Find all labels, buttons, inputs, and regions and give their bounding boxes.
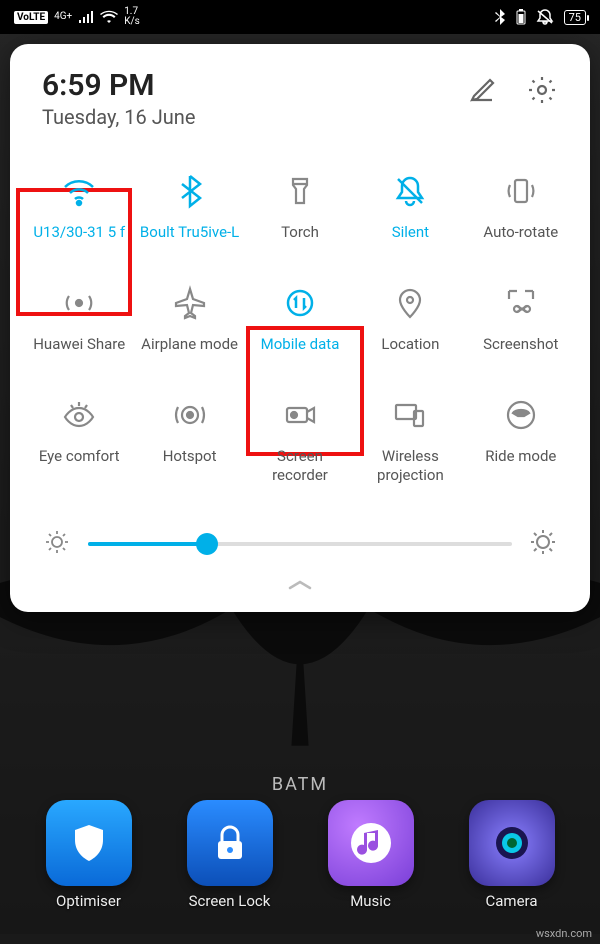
tile-ridemode[interactable]: Ride mode	[466, 389, 576, 491]
app-label: Screen Lock	[189, 892, 271, 910]
bt-battery-icon	[516, 9, 526, 25]
tile-label: Screenshot	[483, 335, 558, 355]
tile-airplane[interactable]: Airplane mode	[134, 277, 244, 361]
tile-eyecomfort[interactable]: Eye comfort	[24, 389, 134, 491]
location-icon	[392, 285, 428, 321]
tile-label: Wireless projection	[377, 447, 444, 485]
brightness-low-icon	[44, 529, 70, 559]
tile-location[interactable]: Location	[355, 277, 465, 361]
speed-unit: K/s	[124, 17, 140, 27]
tile-screenshot[interactable]: Screenshot	[466, 277, 576, 361]
tile-screenrecorder[interactable]: Screen recorder	[245, 389, 355, 491]
volte-badge: VoLTE	[14, 11, 48, 24]
screenrecorder-icon	[282, 397, 318, 433]
nav-bar	[0, 934, 600, 944]
battery-level: 75	[564, 10, 586, 25]
tile-label: Mobile data	[261, 335, 340, 355]
watermark: wsxdn.com	[536, 927, 592, 940]
edit-button[interactable]	[466, 74, 498, 110]
projection-icon	[392, 397, 428, 433]
eye-icon	[61, 397, 97, 433]
mute-status-icon	[536, 9, 554, 25]
tile-label: Ride mode	[485, 447, 556, 467]
network-type: 4G+	[54, 12, 72, 22]
tile-label: Screen recorder	[272, 447, 328, 485]
tile-label: Torch	[281, 223, 319, 243]
hotspot-icon	[172, 397, 208, 433]
torch-icon	[282, 173, 318, 209]
tiles-grid: U13/30-31 5 f Boult Tru5ive-L Torch Sile…	[24, 147, 576, 509]
tile-huaweishare[interactable]: Huawei Share	[24, 277, 134, 361]
app-label: Music	[350, 892, 391, 910]
ridemode-icon	[503, 397, 539, 433]
app-dock: Optimiser Screen Lock Music Camera	[0, 800, 600, 910]
tile-torch[interactable]: Torch	[245, 165, 355, 249]
wallpaper-text: BATM	[272, 774, 328, 795]
airplane-icon	[172, 285, 208, 321]
wifi-icon	[61, 173, 97, 209]
app-label: Camera	[486, 892, 538, 910]
brightness-row	[24, 509, 576, 565]
tile-label: Eye comfort	[39, 447, 120, 467]
signal-icon	[78, 10, 94, 24]
bluetooth-icon	[172, 173, 208, 209]
expand-handle[interactable]	[24, 565, 576, 602]
silent-icon	[392, 173, 428, 209]
app-screenlock[interactable]: Screen Lock	[187, 800, 273, 910]
tile-autorotate[interactable]: Auto-rotate	[466, 165, 576, 249]
status-bar: VoLTE 4G+ 1.7 K/s 75	[0, 0, 600, 34]
bluetooth-status-icon	[494, 9, 506, 25]
wifi-status-icon	[100, 10, 118, 24]
tile-label: Hotspot	[163, 447, 217, 467]
brightness-slider[interactable]	[88, 542, 512, 546]
brightness-high-icon	[530, 529, 556, 559]
app-music[interactable]: Music	[328, 800, 414, 910]
quick-settings-panel: 6:59 PM Tuesday, 16 June U13/30-31 5 f B…	[10, 44, 590, 612]
tile-silent[interactable]: Silent	[355, 165, 465, 249]
tile-label: Airplane mode	[141, 335, 238, 355]
tile-wirelessprojection[interactable]: Wireless projection	[355, 389, 465, 491]
tile-label: Location	[381, 335, 439, 355]
tile-bluetooth[interactable]: Boult Tru5ive-L	[134, 165, 244, 249]
panel-date: Tuesday, 16 June	[42, 105, 195, 129]
autorotate-icon	[503, 173, 539, 209]
app-camera[interactable]: Camera	[469, 800, 555, 910]
tile-label: Boult Tru5ive-L	[140, 223, 239, 243]
app-label: Optimiser	[56, 892, 121, 910]
huaweishare-icon	[61, 285, 97, 321]
app-optimiser[interactable]: Optimiser	[46, 800, 132, 910]
tile-label: Silent	[392, 223, 429, 243]
settings-button[interactable]	[526, 74, 558, 110]
tile-label: U13/30-31 5 f	[33, 223, 125, 243]
panel-time: 6:59 PM	[42, 68, 195, 103]
mobiledata-icon	[282, 285, 318, 321]
tile-mobiledata[interactable]: Mobile data	[245, 277, 355, 361]
tile-wifi[interactable]: U13/30-31 5 f	[24, 165, 134, 249]
tile-label: Auto-rotate	[483, 223, 558, 243]
screenshot-icon	[503, 285, 539, 321]
tile-label: Huawei Share	[33, 335, 125, 355]
tile-hotspot[interactable]: Hotspot	[134, 389, 244, 491]
